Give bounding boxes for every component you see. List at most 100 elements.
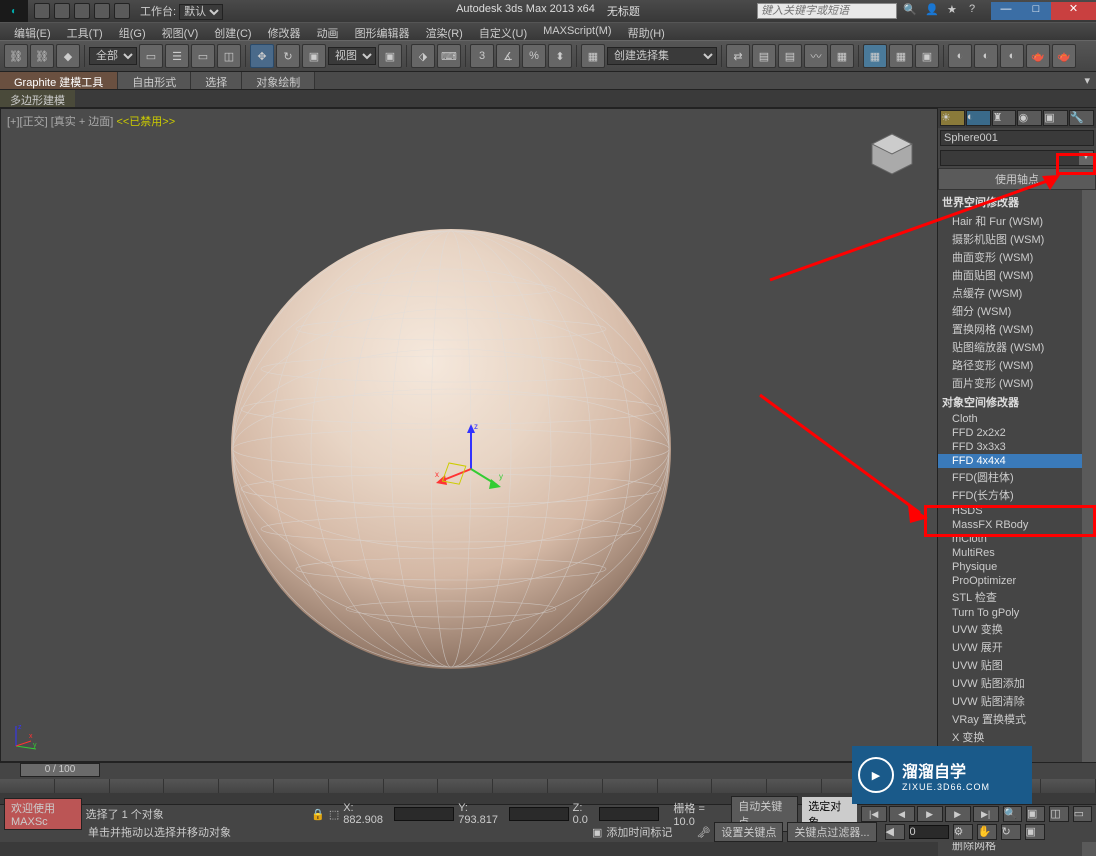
modlist-item[interactable]: FFD 3x3x3 (938, 440, 1082, 454)
ribbon-pin-icon[interactable]: ▾ (1078, 72, 1096, 89)
iso-icon[interactable]: ⬚ (329, 808, 339, 821)
menu-animation[interactable]: 动画 (309, 23, 347, 40)
nav-max-icon[interactable]: ▣ (1025, 824, 1045, 840)
subtab-polymodel[interactable]: 多边形建模 (0, 90, 75, 107)
qat-new-icon[interactable] (34, 3, 50, 19)
modlist-item[interactable]: MassFX RBody (938, 518, 1082, 532)
modlist-item[interactable]: Turn To gPoly (938, 606, 1082, 620)
editnamed-icon[interactable]: ▦ (581, 44, 605, 68)
modlist-item[interactable]: 点缓存 (WSM) (938, 284, 1082, 302)
coord-z-input[interactable] (599, 807, 659, 821)
coord-y-input[interactable] (509, 807, 569, 821)
scale-icon[interactable]: ▣ (302, 44, 326, 68)
modlist-item[interactable]: UVW 贴图添加 (938, 674, 1082, 692)
align-icon[interactable]: ▤ (752, 44, 776, 68)
nav-zoomall-icon[interactable]: ▣ (1026, 806, 1045, 822)
named-selset[interactable]: 创建选择集 (607, 47, 717, 65)
panel-motion-icon[interactable]: ◉ (1017, 110, 1042, 126)
nav-pan-icon[interactable]: ✋ (977, 824, 997, 840)
menu-tools[interactable]: 工具(T) (59, 23, 111, 40)
qat-undo-icon[interactable] (94, 3, 110, 19)
select-region-icon[interactable]: ▭ (191, 44, 215, 68)
window-crossing-icon[interactable]: ◫ (217, 44, 241, 68)
modlist-item[interactable]: mCloth (938, 532, 1082, 546)
goto-start-icon[interactable]: |◀ (861, 806, 887, 822)
panel-utilities-icon[interactable]: 🔧 (1069, 110, 1094, 126)
modlist-item[interactable]: 置换网格 (WSM) (938, 320, 1082, 338)
viewcube[interactable] (867, 129, 917, 179)
nav-region-icon[interactable]: ▭ (1073, 806, 1092, 822)
menu-group[interactable]: 组(G) (111, 23, 154, 40)
modlist-item[interactable]: ProOptimizer (938, 574, 1082, 588)
time-handle[interactable]: 0 / 100 (20, 763, 100, 777)
modlist-item[interactable]: 曲面变形 (WSM) (938, 248, 1082, 266)
modlist-item[interactable]: Cloth (938, 412, 1082, 426)
render-iter-icon[interactable]: ◐ (974, 44, 998, 68)
teapot-icon[interactable]: 🫖 (1026, 44, 1050, 68)
modlist-item[interactable]: 曲面贴图 (WSM) (938, 266, 1082, 284)
menu-edit[interactable]: 编辑(E) (6, 23, 59, 40)
modlist-item[interactable]: UVW 贴图 (938, 656, 1082, 674)
window-maximize[interactable]: □ (1021, 2, 1051, 20)
menu-render[interactable]: 渲染(R) (418, 23, 471, 40)
panel-display-icon[interactable]: ▣ (1043, 110, 1068, 126)
modlist-item[interactable]: FFD(圆柱体) (938, 468, 1082, 486)
modlist-item[interactable]: VRay 置换模式 (938, 710, 1082, 728)
layers-icon[interactable]: ▤ (778, 44, 802, 68)
menu-maxscript[interactable]: MAXScript(M) (535, 23, 619, 40)
select-name-icon[interactable]: ☰ (165, 44, 189, 68)
goto-end-icon[interactable]: ▶| (973, 806, 999, 822)
tab-graphite[interactable]: Graphite 建模工具 (0, 72, 118, 89)
window-minimize[interactable]: — (991, 2, 1021, 20)
viewport[interactable]: [+][正交] [真实 + 边面] <<已禁用>> (0, 108, 938, 762)
viewport-label-a[interactable]: [+][正交] (7, 116, 48, 128)
help-search-input[interactable] (757, 3, 897, 19)
modlist-item[interactable]: UVW 贴图清除 (938, 692, 1082, 710)
refcoord-select[interactable]: 视图 (328, 47, 376, 65)
move-gizmo[interactable]: z x y (431, 419, 511, 499)
modlist-item[interactable]: 面片变形 (WSM) (938, 374, 1082, 392)
modlist-item[interactable]: FFD(长方体) (938, 486, 1082, 504)
select-icon[interactable]: ▭ (139, 44, 163, 68)
panel-hierarchy-icon[interactable]: ♜ (992, 110, 1017, 126)
selection-filter[interactable]: 全部 (89, 47, 137, 65)
modlist-item[interactable]: 细分 (WSM) (938, 302, 1082, 320)
menu-views[interactable]: 视图(V) (154, 23, 207, 40)
modlist-item[interactable]: MultiRes (938, 546, 1082, 560)
keyfilter-button[interactable]: 关键点过滤器... (787, 822, 876, 842)
tab-freeform[interactable]: 自由形式 (118, 72, 191, 89)
key-prev-icon[interactable]: ◀ (885, 824, 905, 840)
modlist-item[interactable]: 摄影机贴图 (WSM) (938, 230, 1082, 248)
keymode-icon[interactable]: ⌨ (437, 44, 461, 68)
menu-graph[interactable]: 图形编辑器 (347, 23, 418, 40)
play-icon[interactable]: ▶ (917, 806, 943, 822)
render-active-icon[interactable]: ◐ (1000, 44, 1024, 68)
curve-editor-icon[interactable]: 〰 (804, 44, 828, 68)
material-icon[interactable]: ▦ (863, 44, 887, 68)
lock-icon[interactable]: 🔒 (311, 808, 325, 821)
modifier-list-dropdown[interactable]: ▼ (940, 150, 1094, 166)
modlist-item[interactable]: UVW 展开 (938, 638, 1082, 656)
timeconfig-icon[interactable]: ⚙ (953, 824, 973, 840)
menu-help[interactable]: 帮助(H) (620, 23, 673, 40)
percent-snap-icon[interactable]: % (522, 44, 546, 68)
qat-save-icon[interactable] (74, 3, 90, 19)
scrollbar[interactable] (1082, 190, 1096, 856)
qat-open-icon[interactable] (54, 3, 70, 19)
signin-icon[interactable]: 👤 (925, 3, 941, 19)
move-icon[interactable]: ✥ (250, 44, 274, 68)
menu-create[interactable]: 创建(C) (206, 23, 259, 40)
rotate-icon[interactable]: ↻ (276, 44, 300, 68)
modlist-item[interactable]: Physique (938, 560, 1082, 574)
key-icon[interactable]: 🗝 (696, 826, 710, 839)
link-icon[interactable]: ⛓ (4, 44, 28, 68)
pivot-icon[interactable]: ▣ (378, 44, 402, 68)
window-close[interactable]: ✕ (1051, 2, 1096, 20)
angle-snap-icon[interactable]: ∡ (496, 44, 520, 68)
modlist-item[interactable]: HSDS (938, 504, 1082, 518)
setkey-button[interactable]: 设置关键点 (714, 822, 783, 842)
prev-frame-icon[interactable]: ◀ (889, 806, 915, 822)
help-icon[interactable]: ? (969, 3, 985, 19)
schematic-icon[interactable]: ▦ (830, 44, 854, 68)
modlist-item[interactable]: X 变换 (938, 728, 1082, 746)
